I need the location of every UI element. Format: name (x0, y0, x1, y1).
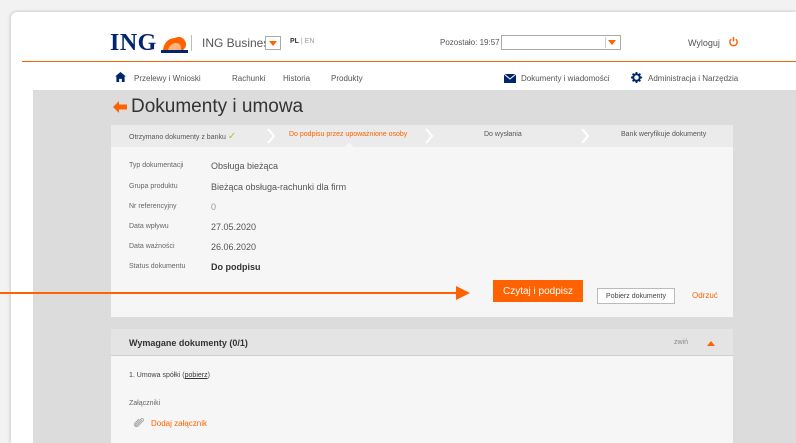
download-documents-button[interactable]: Pobierz dokumenty (597, 288, 675, 304)
step-chevron-icon (267, 128, 276, 144)
step-chevron-icon (581, 128, 590, 144)
chevron-down-icon (608, 40, 616, 45)
check-icon: ✓ (227, 131, 237, 142)
nav-admin[interactable]: Administracja i Narzędzia (648, 74, 738, 83)
business-dropdown[interactable] (265, 36, 281, 50)
account-select-toggle[interactable] (605, 37, 618, 48)
nav-transfers[interactable]: Przelewy i Wnioski (134, 74, 201, 83)
step-received-label: Otrzymano dokumenty z banku (129, 134, 226, 141)
step-verify: Bank weryfikuje dokumenty (621, 131, 707, 138)
status-label: Status dokumentu (129, 263, 186, 270)
attachments-label: Załączniki (129, 400, 161, 407)
header-underline (22, 61, 796, 62)
product-group-value: Bieżąca obsługa-rachunki dla firm (211, 182, 347, 192)
gear-icon (631, 72, 642, 83)
back-arrow-icon[interactable] (113, 101, 127, 113)
pointer-arrow-head (456, 286, 470, 300)
valid-date-label: Data ważności (129, 243, 175, 250)
doc-type-value: Obsługa bieżąca (211, 161, 279, 171)
nav-products[interactable]: Produkty (331, 74, 363, 83)
doc-type-label: Typ dokumentacji (129, 162, 184, 169)
download-document-link[interactable]: pobierz (185, 372, 208, 379)
document-name: 1. Umowa spółki ( (129, 372, 185, 379)
pointer-arrow-line (0, 292, 458, 294)
chevron-up-icon[interactable] (707, 341, 715, 346)
ref-no-value: 0 (211, 202, 217, 212)
logo-text: ING (110, 29, 157, 56)
header-divider (191, 35, 192, 51)
received-date-value: 27.05.2020 (211, 222, 257, 232)
lang-pl[interactable]: PL (290, 38, 299, 45)
required-documents-title: Wymagane dokumenty (0/1) (129, 338, 248, 348)
session-timer: Pozostało: 19:57 (440, 38, 500, 47)
lion-icon (160, 37, 188, 53)
product-group-label: Grupa produktu (129, 183, 178, 190)
page-title: Dokumenty i umowa (131, 96, 304, 117)
account-select[interactable] (501, 35, 621, 50)
ref-no-label: Nr referencyjny (129, 203, 177, 210)
nav-accounts[interactable]: Rachunki (232, 74, 265, 83)
valid-date-value: 26.06.2020 (211, 242, 257, 252)
add-attachment-link[interactable]: Dodaj załącznik (151, 419, 207, 428)
required-document-item: 1. Umowa spółki (pobierz) (129, 372, 210, 379)
chevron-down-icon (269, 40, 277, 46)
nav-documents[interactable]: Dokumenty i wiadomości (521, 74, 609, 83)
step-to-send: Do wysłania (484, 131, 522, 138)
read-and-sign-button[interactable]: Czytaj i podpisz (493, 280, 583, 302)
document-name-suffix: ) (207, 372, 210, 379)
language-switch[interactable]: PL | EN (290, 38, 314, 45)
step-chevron-icon (425, 128, 434, 144)
ing-logo[interactable]: ING (110, 30, 190, 56)
step-received: Otrzymano dokumenty z banku ✓ (129, 131, 236, 142)
step-to-sign: Do podpisu przez upoważnione osoby (289, 131, 408, 138)
home-icon[interactable] (115, 72, 126, 82)
reject-link[interactable]: Odrzuć (692, 291, 718, 300)
power-icon[interactable] (728, 36, 739, 47)
logout-link[interactable]: Wyloguj (688, 38, 720, 48)
mail-icon (504, 74, 516, 83)
lang-en[interactable]: EN (305, 38, 315, 45)
collapse-link[interactable]: zwiń (674, 339, 688, 346)
nav-history[interactable]: Historia (283, 74, 310, 83)
status-value: Do podpisu (211, 262, 261, 272)
paperclip-icon (133, 417, 145, 428)
received-date-label: Data wpływu (129, 223, 169, 230)
